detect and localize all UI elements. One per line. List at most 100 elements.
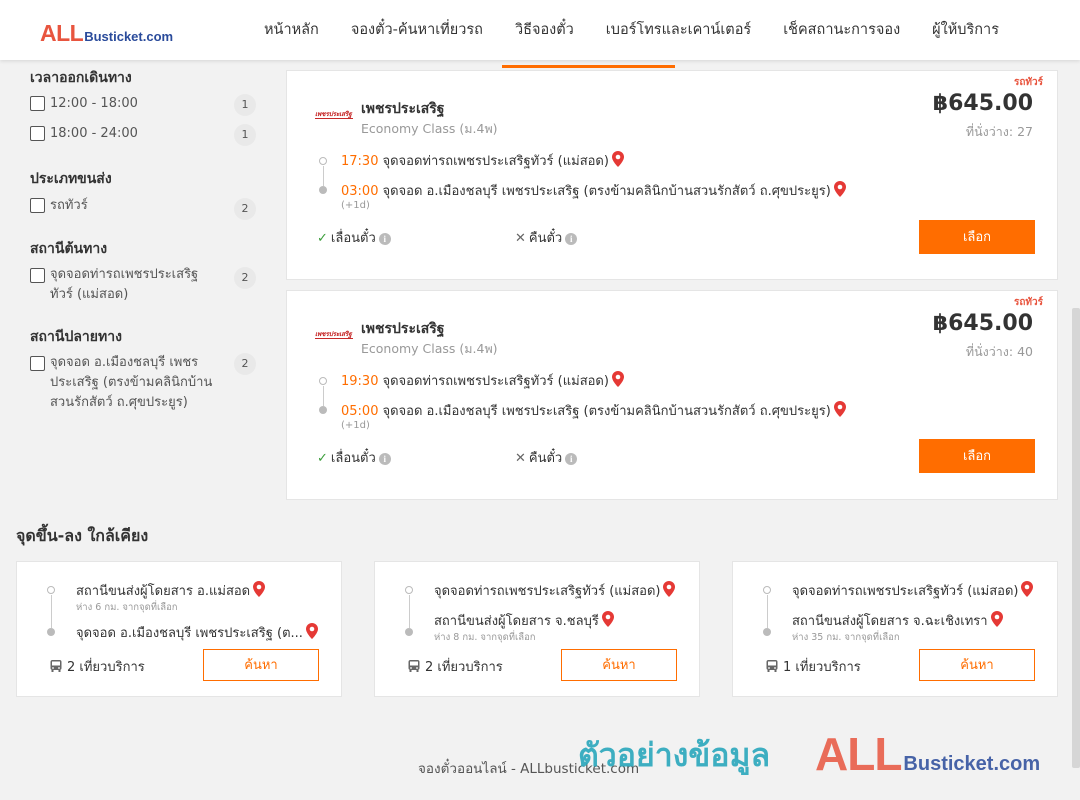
info-icon[interactable]: i xyxy=(378,453,391,465)
vehicle-type-badge: รถทัวร์ xyxy=(1013,297,1043,308)
departure-stop: 17:30 จุดจอดท่ารถเพชรประเสริฐทัวร์ (แม่สอ… xyxy=(341,150,624,171)
departure-stop-name: จุดจอดท่ารถเพชรประเสริฐทัวร์ (แม่สอด) xyxy=(382,374,609,389)
nearby-search-button[interactable]: ค้นหา xyxy=(919,649,1035,681)
reschedule-label: เลื่อนตั๋ว xyxy=(330,231,376,246)
map-pin-icon[interactable] xyxy=(601,611,614,627)
operator-logo: เพชรประเสริฐ xyxy=(315,110,353,119)
filter-title-vehicle-type: ประเภทขนส่ง xyxy=(30,171,112,187)
info-icon[interactable]: i xyxy=(378,233,391,245)
page-scrollbar[interactable] xyxy=(1072,308,1080,768)
arrival-time: 03:00 xyxy=(341,184,379,199)
nearby-from-stop: จุดจอดท่ารถเพชรประเสริฐทัวร์ (แม่สอด) xyxy=(434,580,676,601)
nav-contact-counters[interactable]: เบอร์โทรและเคาน์เตอร์ xyxy=(590,0,767,60)
cross-icon: ✕ xyxy=(515,451,526,466)
filter-option-time-1[interactable]: 12:00 - 18:00 1 xyxy=(30,94,256,118)
map-pin-icon[interactable] xyxy=(611,151,624,167)
nav-home[interactable]: หน้าหลัก xyxy=(248,0,335,60)
filter-option-label: 18:00 - 24:00 xyxy=(50,126,138,141)
vehicle-type-badge: รถทัวร์ xyxy=(1013,77,1043,88)
map-pin-icon[interactable] xyxy=(833,401,846,417)
filter-count-badge: 2 xyxy=(234,353,256,375)
logo-all: ALL xyxy=(40,20,84,46)
nearby-from-stop: สถานีขนส่งผู้โดยสาร อ.แม่สอด xyxy=(76,580,266,601)
filter-count-badge: 1 xyxy=(234,124,256,146)
map-pin-icon[interactable] xyxy=(253,581,266,597)
checkbox[interactable] xyxy=(30,126,45,141)
bus-icon xyxy=(766,660,778,672)
select-trip-button[interactable]: เลือก xyxy=(919,220,1035,254)
trip-card: รถทัวร์ เพชรประเสริฐ เพชรประเสริฐ Econom… xyxy=(286,290,1058,500)
select-trip-button[interactable]: เลือก xyxy=(919,439,1035,473)
nav-book-search[interactable]: จองตั๋ว-ค้นหาเที่ยวรถ xyxy=(335,0,499,60)
map-pin-icon[interactable] xyxy=(990,611,1003,627)
watermark-logo-busticket: Busticket.com xyxy=(903,753,1041,775)
filter-title-departure-time: เวลาออกเดินทาง xyxy=(30,70,132,86)
nav-check-booking[interactable]: เช็คสถานะการจอง xyxy=(767,0,916,60)
nearby-search-button[interactable]: ค้นหา xyxy=(203,649,319,681)
nearby-distance: ห่าง 35 กม. จากจุดที่เลือก xyxy=(792,632,900,643)
nearby-search-button[interactable]: ค้นหา xyxy=(561,649,677,681)
arrival-stop-name: จุดจอด อ.เมืองชลบุรี เพชรประเสริฐ (ตรงข้… xyxy=(382,404,831,419)
filter-option-time-2[interactable]: 18:00 - 24:00 1 xyxy=(30,124,256,148)
info-icon[interactable]: i xyxy=(565,233,578,245)
checkbox[interactable] xyxy=(30,96,45,111)
watermark-sample-text: ตัวอย่างข้อมูล xyxy=(578,736,771,774)
timeline-end-dot xyxy=(319,186,327,194)
filter-title-origin: สถานีต้นทาง xyxy=(30,241,108,257)
filter-count-badge: 1 xyxy=(234,94,256,116)
trip-card: รถทัวร์ เพชรประเสริฐ เพชรประเสริฐ Econom… xyxy=(286,70,1058,280)
nav-how-to-book[interactable]: วิธีจองตั๋ว xyxy=(499,0,590,60)
reschedule-policy: ✓ เลื่อนตั๋ว i xyxy=(317,227,391,248)
timeline-line xyxy=(322,166,324,186)
map-pin-icon[interactable] xyxy=(1021,581,1034,597)
active-nav-indicator xyxy=(502,65,675,68)
bus-icon xyxy=(50,660,62,672)
map-pin-icon[interactable] xyxy=(611,371,624,387)
refund-policy: ✕ คืนตั๋ว i xyxy=(515,227,578,248)
filter-option-label: รถทัวร์ xyxy=(50,198,88,213)
checkbox[interactable] xyxy=(30,268,45,283)
reschedule-label: เลื่อนตั๋ว xyxy=(330,451,376,466)
departure-time: 17:30 xyxy=(341,154,379,169)
logo-busticket: Busticket.com xyxy=(84,29,174,44)
nearby-to-name: สถานีขนส่งผู้โดยสาร จ.ชลบุรี xyxy=(434,614,599,629)
departure-time: 19:30 xyxy=(341,374,379,389)
map-pin-icon[interactable] xyxy=(305,623,318,639)
filter-option-vehicle[interactable]: รถทัวร์ 2 xyxy=(30,196,256,220)
operator-name: เพชรประเสริฐ xyxy=(361,101,445,117)
bus-class: Economy Class (ม.4พ) xyxy=(361,121,498,136)
checkbox[interactable] xyxy=(30,198,45,213)
arrival-time: 05:00 xyxy=(341,404,379,419)
watermark-logo: ALL Busticket.com xyxy=(815,727,1040,781)
nav-operators[interactable]: ผู้ให้บริการ xyxy=(916,0,1015,60)
checkbox[interactable] xyxy=(30,356,45,371)
nearby-stops-title: จุดขึ้น-ลง ใกล้เคียง xyxy=(16,526,149,545)
timeline-end-dot xyxy=(47,628,55,636)
timeline-line xyxy=(50,595,52,628)
nearby-to-name: จุดจอด อ.เมืองชลบุรี เพชรประเสริฐ (ต... xyxy=(76,626,303,641)
refund-label: คืนตั๋ว xyxy=(528,451,563,466)
operator-name: เพชรประเสริฐ xyxy=(361,321,445,337)
check-icon: ✓ xyxy=(317,451,328,466)
filter-count-badge: 2 xyxy=(234,198,256,220)
filter-option-label: 12:00 - 18:00 xyxy=(50,96,138,111)
nearby-from-name: จุดจอดท่ารถเพชรประเสริฐทัวร์ (แม่สอด) xyxy=(434,584,661,599)
filter-option-origin[interactable]: จุดจอดท่ารถเพชรประเสริฐทัวร์ (แม่สอด) 2 xyxy=(30,266,256,308)
timeline-line xyxy=(408,595,410,628)
site-logo[interactable]: ALL Busticket.com xyxy=(40,20,173,47)
filter-option-label: จุดจอดท่ารถเพชรประเสริฐทัวร์ (แม่สอด) xyxy=(50,267,199,302)
map-pin-icon[interactable] xyxy=(663,581,676,597)
seats-available: ที่นั่งว่าง: 27 xyxy=(965,124,1033,139)
filter-option-destination[interactable]: จุดจอด อ.เมืองชลบุรี เพชรประเสริฐ (ตรงข้… xyxy=(30,353,256,416)
check-icon: ✓ xyxy=(317,231,328,246)
nearby-trip-count-label: 2 เที่ยวบริการ xyxy=(425,660,503,675)
map-pin-icon[interactable] xyxy=(833,181,846,197)
nearby-from-name: จุดจอดท่ารถเพชรประเสริฐทัวร์ (แม่สอด) xyxy=(792,584,1019,599)
arrival-stop-name: จุดจอด อ.เมืองชลบุรี เพชรประเสริฐ (ตรงข้… xyxy=(382,184,831,199)
info-icon[interactable]: i xyxy=(565,453,578,465)
cross-icon: ✕ xyxy=(515,231,526,246)
top-header: ALL Busticket.com หน้าหลัก จองตั๋ว-ค้นหา… xyxy=(0,0,1080,60)
nearby-card: จุดจอดท่ารถเพชรประเสริฐทัวร์ (แม่สอด) สถ… xyxy=(374,561,700,697)
main-nav: หน้าหลัก จองตั๋ว-ค้นหาเที่ยวรถ วิธีจองตั… xyxy=(248,0,1015,60)
nearby-from-name: สถานีขนส่งผู้โดยสาร อ.แม่สอด xyxy=(76,584,251,599)
